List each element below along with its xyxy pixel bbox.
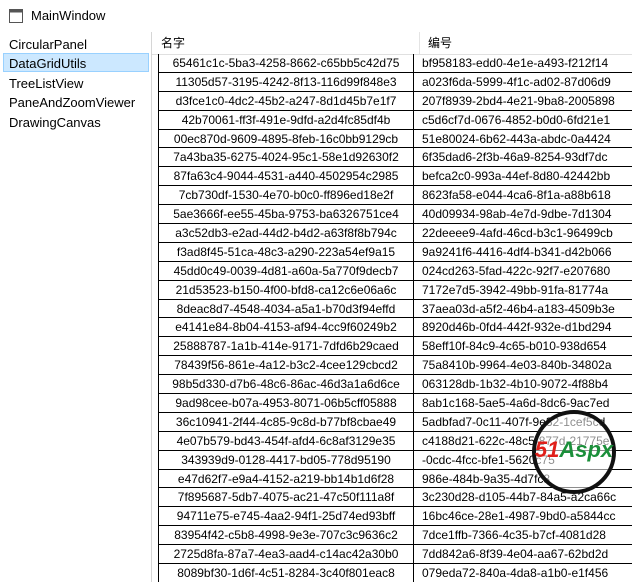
cell-name[interactable]: 5ae3666f-ee55-45ba-9753-ba6326751ce4 [158,205,414,224]
cell-id[interactable]: 6f35dad6-2f3b-46a9-8254-93df7dc [414,148,632,166]
table-row[interactable]: f3ad8f45-51ca-48c3-a290-223a54ef9a15 9a92… [158,242,632,262]
cell-id[interactable]: 40d09934-98ab-4e7d-9dbe-7d1304 [414,205,632,223]
cell-name[interactable]: 94711e75-e745-4aa2-94f1-25d74ed93bff [158,507,414,526]
table-row[interactable]: 78439f56-861e-4a12-b3c2-4cee129cbcd2 75a8… [158,356,632,376]
table-row[interactable]: 98b5d330-d7b6-48c6-86ac-46d3a1a6d6ce 0631… [158,375,632,395]
cell-id[interactable]: 7dce1ffb-7366-4c35-b7cf-4081d28 [414,526,632,544]
table-row[interactable]: 00ec870d-9609-4895-8feb-16c0bb9129cb 51e8… [158,129,632,149]
table-row[interactable]: 87fa63c4-9044-4531-a440-4502954c2985 befc… [158,167,632,187]
table-row[interactable]: 7f895687-5db7-4075-ac21-47c50f111a8f 3c23… [158,488,632,508]
grid-header: 名字 编号 [152,32,632,55]
app-icon [9,9,23,23]
cell-id[interactable]: 8623fa58-e044-4ca6-8f1a-a88b618 [414,186,632,204]
table-row[interactable]: 343939d9-0128-4417-bd05-778d95190 -0cdc-4… [158,450,632,470]
cell-id[interactable]: 7dd842a6-8f39-4e04-aa67-62bd2d [414,545,632,563]
data-grid: 名字 编号 65461c1c-5ba3-4258-8662-c65bb5c42d… [152,32,632,582]
cell-name[interactable]: 8089bf30-1d6f-4c51-8284-3c40f801eac8 [158,564,414,582]
cell-id[interactable]: a023f6da-5999-4f1c-ad02-87d06d9 [414,73,632,91]
cell-id[interactable]: befca2c0-993a-44ef-8d80-42442bb [414,167,632,185]
cell-name[interactable]: d3fce1c0-4dc2-45b2-a247-8d1d45b7e1f7 [158,91,414,110]
cell-id[interactable]: 7172e7d5-3942-49bb-91fa-81774a [414,281,632,299]
cell-name[interactable]: f3ad8f45-51ca-48c3-a290-223a54ef9a15 [158,242,414,261]
cell-id[interactable]: 3c230d28-d105-44b7-84a5-a2ca66c [414,488,632,506]
cell-id[interactable]: -0cdc-4fcc-bfe1-5620c75 [414,451,632,469]
cell-name[interactable]: 78439f56-861e-4a12-b3c2-4cee129cbcd2 [158,356,414,375]
cell-name[interactable]: 00ec870d-9609-4895-8feb-16c0bb9129cb [158,129,414,148]
cell-name[interactable]: 87fa63c4-9044-4531-a440-4502954c2985 [158,167,414,186]
cell-id[interactable]: 8920d46b-0fd4-442f-932e-d1bd294 [414,318,632,336]
sidebar-item-datagridutils[interactable]: DataGridUtils [3,53,149,73]
sidebar-item-circularpanel[interactable]: CircularPanel [3,34,149,53]
cell-name[interactable]: e47d62f7-e9a4-4152-a219-bb14b1d6f28 [158,469,414,488]
cell-name[interactable]: e4141e84-8b04-4153-af94-4cc9f60249b2 [158,318,414,337]
table-row[interactable]: 2725d8fa-87a7-4ea3-aad4-c14ac42a30b0 7dd8… [158,545,632,565]
table-row[interactable]: 4e07b579-bd43-454f-afd4-6c8af3129e35 c418… [158,431,632,451]
table-row[interactable]: 11305d57-3195-4242-8f13-116d99f848e3 a023… [158,72,632,92]
cell-name[interactable]: 9ad98cee-b07a-4953-8071-06b5cff05888 [158,394,414,412]
cell-name[interactable]: 45dd0c49-0039-4d81-a60a-5a770f9decb7 [158,261,414,280]
cell-id[interactable]: 024cd263-5fad-422c-92f7-e207680 [414,262,632,280]
cell-name[interactable]: 21d53523-b150-4f00-bfd8-ca12c6e06a6c [158,280,414,299]
title-bar[interactable]: MainWindow [0,0,632,32]
table-row[interactable]: 42b70061-ff3f-491e-9dfd-a2d4fc85df4b c5d6… [158,110,632,130]
cell-id[interactable]: 207f8939-2bd4-4e21-9ba8-2005898 [414,92,632,110]
cell-id[interactable]: 58eff10f-84c9-4c65-b010-938d654 [414,337,632,355]
cell-id[interactable]: c5d6cf7d-0676-4852-b0d0-6fd21e1 [414,111,632,129]
column-header-name[interactable]: 名字 [152,32,419,54]
cell-id[interactable]: 8ab1c168-5ae5-4a6d-8dc6-9ac7ed [414,394,632,412]
table-row[interactable]: 21d53523-b150-4f00-bfd8-ca12c6e06a6c 7172… [158,280,632,300]
cell-id[interactable]: c4188d21-622c-48c5-877d-21775e [414,432,632,450]
cell-id[interactable]: bf958183-edd0-4e1e-a493-f212f14 [414,54,632,72]
cell-id[interactable]: 986e-484b-9a35-4d7fc8 [414,470,632,488]
table-row[interactable]: 7cb730df-1530-4e70-b0c0-ff896ed18e2f 8623… [158,186,632,206]
cell-name[interactable]: 98b5d330-d7b6-48c6-86ac-46d3a1a6d6ce [158,375,414,394]
table-row[interactable]: 8deac8d7-4548-4034-a5a1-b70d3f94effd 37ae… [158,299,632,319]
table-row[interactable]: 83954f42-c5b8-4998-9e3e-707c3c9636c2 7dce… [158,526,632,546]
cell-id[interactable]: 079eda72-840a-4da8-a1b0-e1f456 [414,564,632,582]
sidebar-item-drawingcanvas[interactable]: DrawingCanvas [3,112,149,131]
cell-name[interactable]: 4e07b579-bd43-454f-afd4-6c8af3129e35 [158,431,414,450]
cell-id[interactable]: 51e80024-6b62-443a-abdc-0a4424 [414,130,632,148]
table-row[interactable]: d3fce1c0-4dc2-45b2-a247-8d1d45b7e1f7 207f… [158,91,632,111]
cell-name[interactable]: 343939d9-0128-4417-bd05-778d95190 [158,450,414,469]
sidebar-item-treelistview[interactable]: TreeListView [3,73,149,92]
sidebar: CircularPanel DataGridUtils TreeListView Pa… [0,32,151,582]
table-row[interactable]: e4141e84-8b04-4153-af94-4cc9f60249b2 8920… [158,318,632,338]
main-window: MainWindow CircularPanel DataGridUtils Tre… [0,0,632,582]
cell-name[interactable]: 25888787-1a1b-414e-9171-7dfd6b29caed [158,337,414,356]
table-row[interactable]: 9ad98cee-b07a-4953-8071-06b5cff05888 8ab1… [158,394,632,413]
cell-name[interactable]: a3c52db3-e2ad-44d2-b4d2-a63f8f8b794c [158,224,414,242]
table-row[interactable]: 8089bf30-1d6f-4c51-8284-3c40f801eac8 079e… [158,564,632,582]
table-row[interactable]: 25888787-1a1b-414e-9171-7dfd6b29caed 58ef… [158,337,632,357]
cell-name[interactable]: 7f895687-5db7-4075-ac21-47c50f111a8f [158,488,414,507]
cell-name[interactable]: 36c10941-2f44-4c85-9c8d-b77bf8cbae49 [158,412,414,431]
sidebar-item-paneandzoomviewer[interactable]: PaneAndZoomViewer [3,92,149,111]
cell-id[interactable]: 75a8410b-9964-4e03-840b-34802a [414,356,632,374]
table-row[interactable]: 7a43ba35-6275-4024-95c1-58e1d92630f2 6f35… [158,148,632,168]
table-row[interactable]: 94711e75-e745-4aa2-94f1-25d74ed93bff 16bc… [158,507,632,527]
table-row[interactable]: 65461c1c-5ba3-4258-8662-c65bb5c42d75 bf95… [158,54,632,73]
table-row[interactable]: 5ae3666f-ee55-45ba-9753-ba6326751ce4 40d0… [158,205,632,225]
table-row[interactable]: 36c10941-2f44-4c85-9c8d-b77bf8cbae49 5adb… [158,412,632,432]
grid-rows: 65461c1c-5ba3-4258-8662-c65bb5c42d75 bf95… [158,54,632,582]
cell-name[interactable]: 42b70061-ff3f-491e-9dfd-a2d4fc85df4b [158,110,414,129]
cell-id[interactable]: 063128db-1b32-4b10-9072-4f88b4 [414,375,632,393]
cell-id[interactable]: 37aea03d-a5f2-46b4-a183-4509b3e [414,300,632,318]
cell-name[interactable]: 7a43ba35-6275-4024-95c1-58e1d92630f2 [158,148,414,167]
cell-name[interactable]: 83954f42-c5b8-4998-9e3e-707c3c9636c2 [158,526,414,545]
cell-name[interactable]: 8deac8d7-4548-4034-a5a1-b70d3f94effd [158,299,414,318]
window-title: MainWindow [31,8,106,23]
cell-id[interactable]: 16bc46ce-28e1-4987-9bd0-a5844cc [414,507,632,525]
cell-name[interactable]: 2725d8fa-87a7-4ea3-aad4-c14ac42a30b0 [158,545,414,564]
table-row[interactable]: a3c52db3-e2ad-44d2-b4d2-a63f8f8b794c 22de… [158,224,632,243]
table-row[interactable]: e47d62f7-e9a4-4152-a219-bb14b1d6f28 986e-… [158,469,632,489]
cell-id[interactable]: 22deeee9-4afd-46cd-b3c1-96499cb [414,224,632,242]
cell-id[interactable]: 9a9241f6-4416-4df4-b341-d42b066 [414,243,632,261]
cell-id[interactable]: 5adbfad7-0c11-407f-9e32-1cef5cd [414,413,632,431]
cell-name[interactable]: 7cb730df-1530-4e70-b0c0-ff896ed18e2f [158,186,414,205]
column-header-id[interactable]: 编号 [419,32,632,54]
cell-name[interactable]: 11305d57-3195-4242-8f13-116d99f848e3 [158,72,414,91]
cell-name[interactable]: 65461c1c-5ba3-4258-8662-c65bb5c42d75 [158,54,414,72]
table-row[interactable]: 45dd0c49-0039-4d81-a60a-5a770f9decb7 024c… [158,261,632,281]
